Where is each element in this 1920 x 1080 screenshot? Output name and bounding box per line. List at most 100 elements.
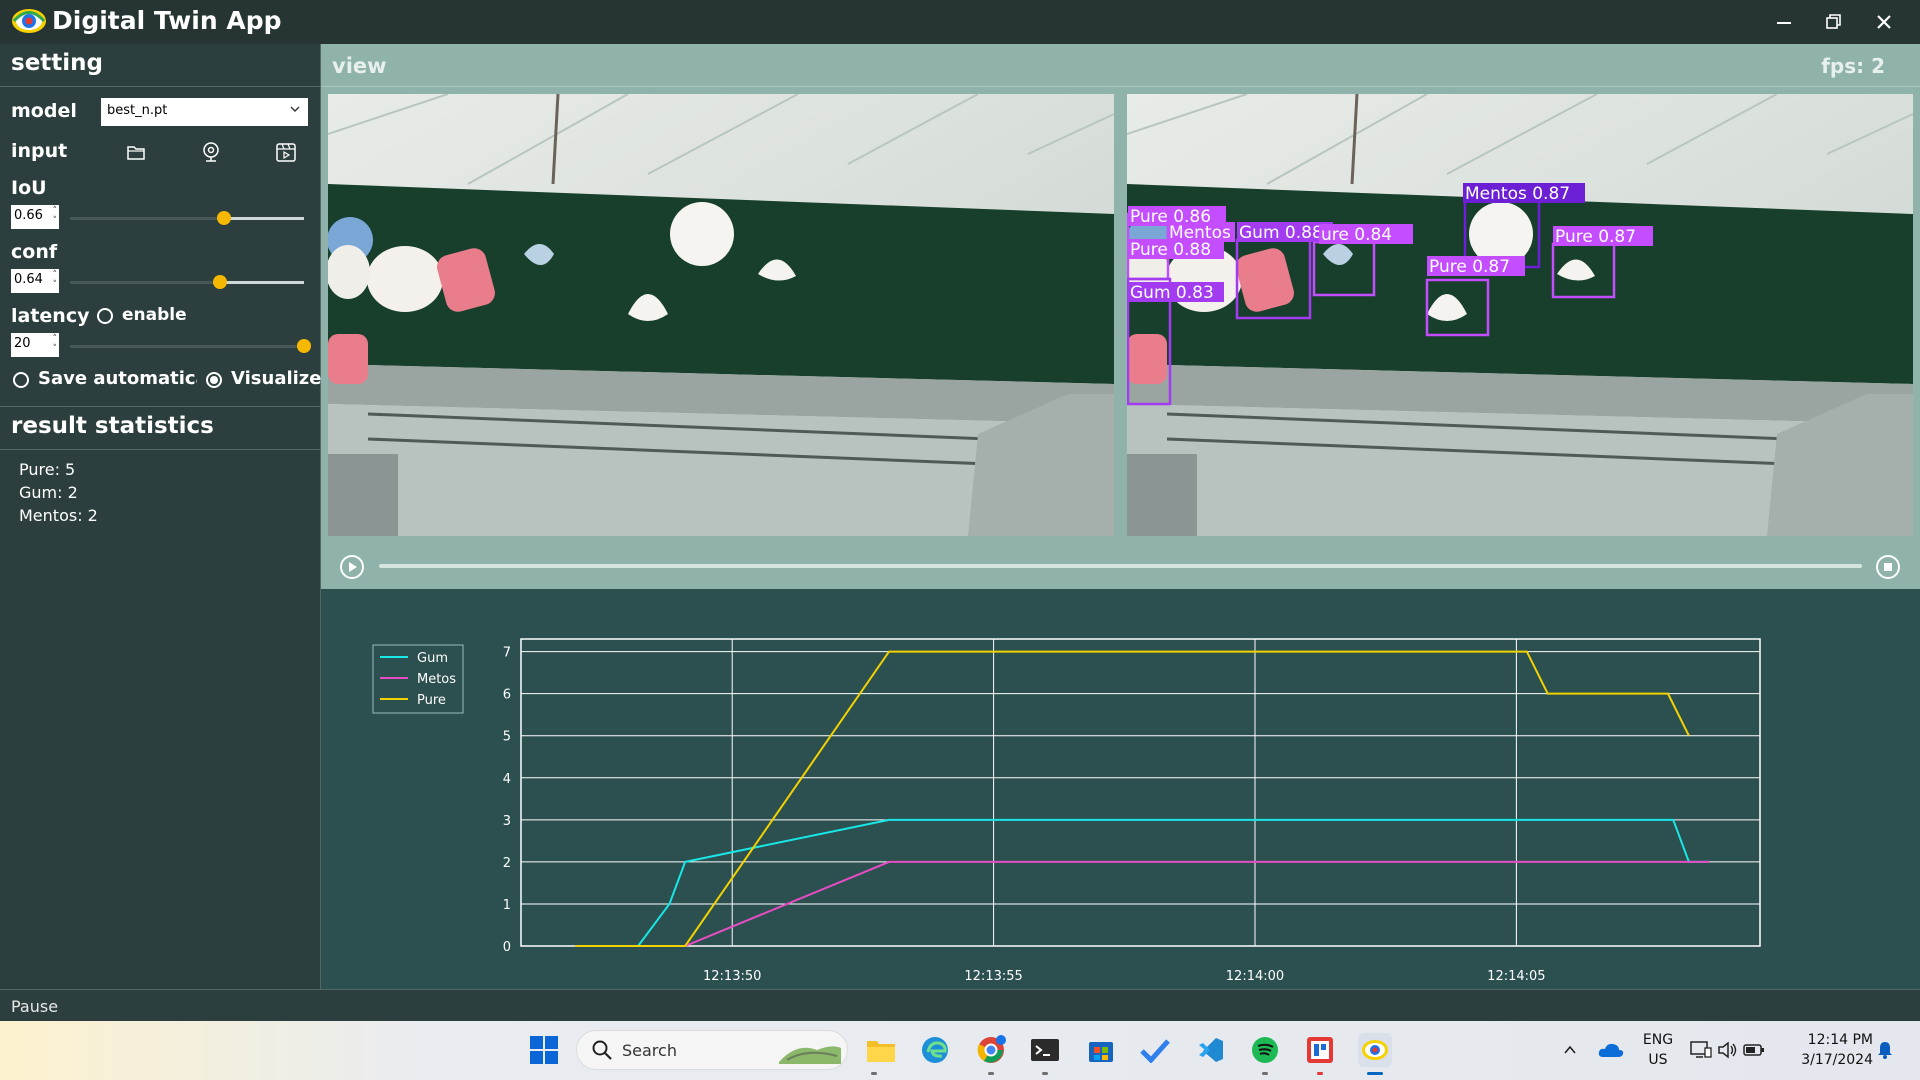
y-tick-label: 4: [503, 772, 511, 787]
iou-value: 0.66: [14, 208, 43, 223]
video-file-button[interactable]: [273, 139, 299, 165]
app-logo-icon: [1362, 1040, 1388, 1060]
settings-panel: setting model best_n.pt input IoU 0.66 ˄…: [0, 44, 321, 989]
close-icon: [1877, 15, 1891, 29]
webcam-icon: [203, 142, 219, 162]
y-tick-label: 3: [503, 814, 511, 829]
statistics-chart-panel: 0 1 2 3 4 5 6 7 12:13:50 12:13:55 12:14:00 12:14:05…: [321, 589, 1920, 989]
close-button[interactable]: [1859, 0, 1909, 44]
stat-mentos: Mentos: 2: [19, 506, 98, 525]
view-panel: view fps: 2 Pure 0.86 Mentos Pure 0.88 G…: [321, 44, 1920, 589]
setting-title: setting: [11, 50, 103, 76]
restore-icon: [1826, 14, 1841, 29]
spin-arrows-icon[interactable]: ˄ ˅: [53, 270, 58, 290]
latency-spinbox[interactable]: 20 ˄ ˅: [11, 333, 59, 357]
conf-spinbox[interactable]: 0.64 ˄ ˅: [11, 269, 59, 293]
search-highlight-icon: [779, 1046, 841, 1064]
running-indicator: [1042, 1072, 1048, 1075]
video-progress-slider[interactable]: [379, 564, 1862, 568]
cloud-icon: [1598, 1043, 1624, 1057]
minimize-button[interactable]: [1759, 0, 1809, 44]
chevron-down-icon: [290, 106, 300, 112]
speaker-icon: [1718, 1041, 1737, 1059]
detection-label: Pure 0.88: [1130, 240, 1211, 260]
plot-frame: [520, 638, 1761, 947]
model-select[interactable]: best_n.pt: [101, 98, 308, 126]
snipping-tool-icon: [1307, 1037, 1333, 1063]
restore-button[interactable]: [1809, 0, 1859, 44]
latency-slider[interactable]: [70, 345, 304, 348]
battery-button[interactable]: [1741, 1033, 1767, 1067]
taskbar-store[interactable]: [1084, 1033, 1118, 1067]
iou-spinbox[interactable]: 0.66 ˄ ˅: [11, 205, 59, 229]
app-title: Digital Twin App: [52, 6, 282, 35]
view-divider: [321, 86, 1920, 87]
taskbar-spotify[interactable]: [1248, 1033, 1282, 1067]
taskbar-file-explorer[interactable]: [864, 1033, 898, 1067]
checkmark-icon: [1140, 1039, 1170, 1063]
start-button[interactable]: [527, 1033, 561, 1067]
taskbar-edge[interactable]: [918, 1033, 952, 1067]
language-bottom: US: [1648, 1052, 1668, 1068]
spotify-icon: [1252, 1037, 1278, 1063]
clock-time[interactable]: 12:14 PM: [1787, 1032, 1873, 1048]
search-icon: [592, 1040, 612, 1060]
fps-readout: fps: 2: [1821, 54, 1885, 78]
show-hidden-icons-button[interactable]: [1555, 1033, 1585, 1067]
save-automatically-radio[interactable]: [13, 372, 29, 388]
y-tick-label: 5: [503, 730, 511, 745]
latency-slider-handle[interactable]: [297, 339, 311, 353]
detection-label: Pure 0.87: [1555, 227, 1636, 247]
taskbar-snipping[interactable]: [1303, 1033, 1337, 1067]
bell-icon: [1878, 1042, 1892, 1059]
language-top: ENG: [1642, 1032, 1674, 1048]
stat-gum: Gum: 2: [19, 483, 78, 502]
taskbar-vscode[interactable]: [1193, 1033, 1227, 1067]
edge-icon: [922, 1037, 948, 1063]
spin-arrows-icon[interactable]: ˄ ˅: [53, 334, 58, 354]
save-automatically-label: Save automatically: [38, 368, 197, 389]
x-tick-label: 12:13:55: [964, 969, 1022, 984]
notifications-button[interactable]: [1872, 1033, 1898, 1067]
webcam-button[interactable]: [198, 139, 224, 165]
chevron-up-icon: [1564, 1045, 1576, 1054]
conf-slider-handle[interactable]: [212, 275, 227, 289]
folder-icon: [127, 146, 145, 160]
windows-start-icon: [530, 1036, 558, 1064]
network-button[interactable]: [1688, 1033, 1714, 1067]
stop-button[interactable]: [1875, 554, 1901, 580]
running-indicator: [871, 1072, 877, 1075]
status-text: Pause: [11, 997, 59, 1016]
terminal-icon: [1031, 1039, 1059, 1061]
detection-frame-image: Pure 0.86 Mentos Pure 0.88 Gum 0.83 Gum …: [1127, 94, 1913, 536]
volume-button[interactable]: [1715, 1033, 1741, 1067]
detection-label: Pure 0.87: [1429, 257, 1510, 277]
video-file-icon: [276, 143, 296, 162]
taskbar-todo[interactable]: [1138, 1033, 1172, 1067]
legend-label-gum: Gum: [417, 651, 448, 666]
clock-date[interactable]: 3/17/2024: [1787, 1052, 1873, 1068]
taskbar-chrome[interactable]: [974, 1033, 1008, 1067]
model-select-value: best_n.pt: [107, 103, 168, 118]
taskbar-terminal[interactable]: [1028, 1033, 1062, 1067]
detection-view: Pure 0.86 Mentos Pure 0.88 Gum 0.83 Gum …: [1127, 94, 1913, 536]
latency-enable-radio[interactable]: [97, 308, 113, 324]
play-button[interactable]: [339, 554, 365, 580]
taskbar-digital-twin[interactable]: [1358, 1033, 1392, 1067]
iou-slider-handle[interactable]: [217, 211, 232, 225]
chrome-icon: [977, 1035, 1006, 1063]
running-indicator: [1262, 1072, 1268, 1075]
spin-arrows-icon[interactable]: ˄ ˅: [53, 206, 58, 226]
raw-camera-view: [328, 94, 1114, 536]
latency-value: 20: [14, 336, 31, 351]
open-folder-button[interactable]: [123, 139, 149, 165]
result-statistics-title: result statistics: [11, 413, 214, 439]
view-title: view: [332, 54, 387, 78]
input-label: input: [11, 140, 68, 162]
onedrive-button[interactable]: [1593, 1033, 1629, 1067]
taskbar-search[interactable]: Search: [576, 1030, 848, 1070]
statistics-line-chart: 0 1 2 3 4 5 6 7 12:13:50 12:13:55 12:14:00 12:14:05…: [372, 638, 1761, 984]
visualize-radio[interactable]: [206, 372, 222, 388]
latency-enable-label: enable: [122, 305, 187, 325]
store-icon: [1089, 1042, 1113, 1062]
